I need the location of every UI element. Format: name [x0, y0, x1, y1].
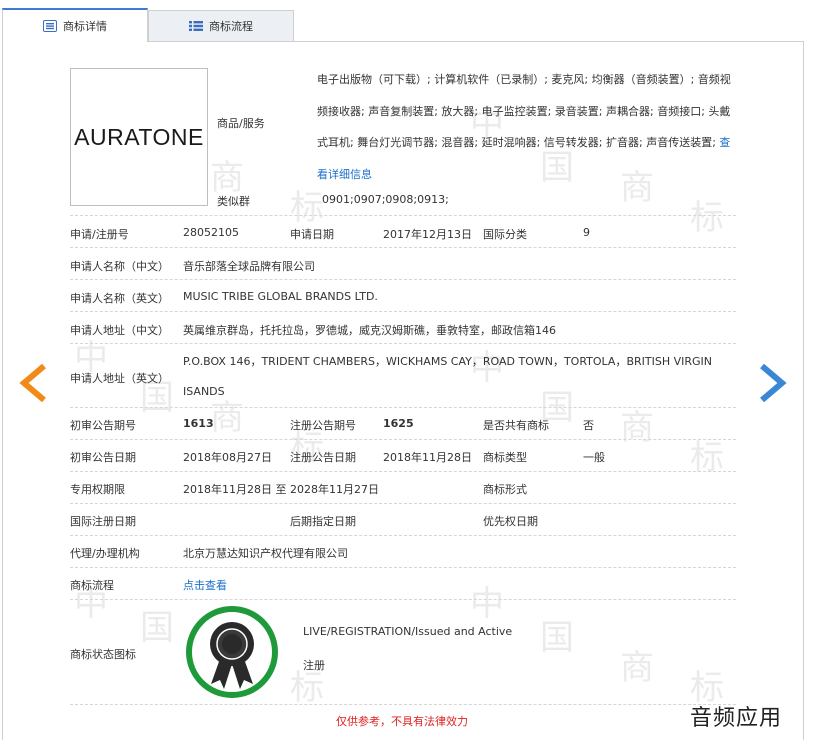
- row-divider: [70, 407, 736, 408]
- tab-trademark-flow[interactable]: 商标流程: [148, 10, 294, 42]
- row-divider: [70, 599, 736, 600]
- reg-pub-no-label: 注册公告期号: [290, 419, 356, 432]
- prelim-no-value: 1613: [183, 417, 214, 430]
- chevron-right-icon: [760, 363, 787, 403]
- intl-reg-date-label: 国际注册日期: [70, 515, 136, 528]
- goods-label: 商品/服务: [217, 117, 265, 130]
- address-cn-value: 英属维京群岛，托托拉岛，罗德城，威克汉姆斯礁，垂敦特室，邮政信箱146: [183, 324, 556, 337]
- status-icon-label: 商标状态图标: [70, 648, 136, 661]
- reg-pub-date-label: 注册公告日期: [290, 451, 356, 464]
- prelim-no-label: 初审公告期号: [70, 419, 136, 432]
- applicant-en-value: MUSIC TRIBE GLOBAL BRANDS LTD.: [183, 290, 378, 303]
- address-en-label: 申请人地址（英文）: [70, 372, 169, 385]
- intl-class-value: 9: [583, 226, 590, 239]
- reg-no-value: 28052105: [183, 226, 239, 239]
- reg-no-label: 申请/注册号: [70, 228, 129, 241]
- list-icon: [43, 20, 57, 32]
- apply-date-label: 申请日期: [290, 228, 334, 241]
- corner-watermark-text: 音频应用: [690, 706, 783, 731]
- address-en-line2: ISANDS: [183, 385, 225, 398]
- similar-group-label: 类似群: [217, 195, 250, 208]
- row-divider: [70, 535, 736, 536]
- chevron-left-icon: [19, 363, 46, 403]
- trademark-logo-text: AURATONE: [74, 123, 204, 150]
- tab-bar: 商标详情 商标流程: [0, 8, 820, 42]
- row-divider: [70, 471, 736, 472]
- term-value: 2018年11月28日 至 2028年11月27日: [183, 483, 379, 496]
- row-divider: [70, 215, 736, 216]
- applicant-cn-label: 申请人名称（中文）: [70, 260, 169, 273]
- reg-pub-date-value: 2018年11月28日: [383, 451, 472, 464]
- reg-pub-no-value: 1625: [383, 417, 414, 430]
- agent-label: 代理/办理机构: [70, 547, 140, 560]
- bullet-list-icon: [189, 20, 203, 32]
- intl-class-label: 国际分类: [483, 228, 527, 241]
- registration-status-icon: [184, 604, 280, 700]
- address-en-line1: P.O.BOX 146，TRIDENT CHAMBERS，WICKHAMS CA…: [183, 355, 713, 368]
- row-divider: [70, 567, 736, 568]
- tab-flow-label: 商标流程: [209, 20, 253, 33]
- row-divider: [70, 503, 736, 504]
- previous-arrow-button[interactable]: [16, 363, 46, 403]
- apply-date-value: 2017年12月13日: [383, 228, 472, 241]
- status-cn: 注册: [303, 659, 325, 672]
- priority-date-label: 优先权日期: [483, 515, 538, 528]
- similar-group-value: 0901;0907;0908;0913;: [322, 193, 449, 206]
- row-divider: [70, 247, 736, 248]
- applicant-en-label: 申请人名称（英文）: [70, 292, 169, 305]
- row-divider: [70, 439, 736, 440]
- mark-type-value: 一般: [583, 451, 605, 464]
- mark-type-label: 商标类型: [483, 451, 527, 464]
- next-arrow-button[interactable]: [760, 363, 790, 403]
- shared-label: 是否共有商标: [483, 419, 549, 432]
- goods-text: 电子出版物（可下载）; 计算机软件（已录制）; 麦克风; 均衡器（音频装置）; …: [317, 64, 737, 190]
- status-en: LIVE/REGISTRATION/Issued and Active: [303, 625, 513, 638]
- mark-form-label: 商标形式: [483, 483, 527, 496]
- disclaimer-text: 仅供参考，不具有法律效力: [336, 715, 468, 728]
- row-divider: [70, 311, 736, 312]
- shared-value: 否: [583, 419, 594, 432]
- tab-detail-label: 商标详情: [63, 20, 107, 33]
- row-divider: [70, 704, 736, 705]
- flow-label: 商标流程: [70, 579, 114, 592]
- trademark-image[interactable]: AURATONE: [70, 68, 208, 206]
- row-divider: [70, 343, 736, 344]
- certificate-badge-icon: [186, 606, 278, 698]
- row-divider: [70, 279, 736, 280]
- term-label: 专用权期限: [70, 483, 125, 496]
- tab-trademark-detail[interactable]: 商标详情: [2, 8, 148, 42]
- later-date-label: 后期指定日期: [290, 515, 356, 528]
- applicant-cn-value: 音乐部落全球品牌有限公司: [183, 260, 315, 273]
- view-flow-link[interactable]: 点击查看: [183, 577, 227, 593]
- prelim-date-label: 初审公告日期: [70, 451, 136, 464]
- address-cn-label: 申请人地址（中文）: [70, 324, 169, 337]
- agent-value: 北京万慧达知识产权代理有限公司: [183, 547, 348, 560]
- goods-list: 电子出版物（可下载）; 计算机软件（已录制）; 麦克风; 均衡器（音频装置）; …: [317, 73, 731, 149]
- prelim-date-value: 2018年08月27日: [183, 451, 272, 464]
